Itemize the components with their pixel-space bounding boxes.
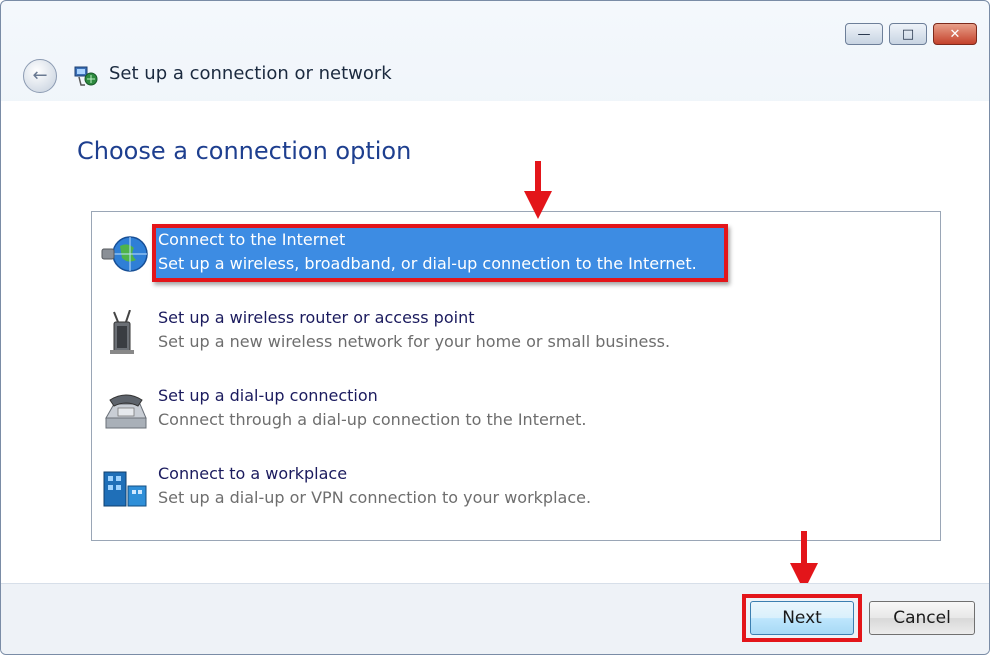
footer-bar: Next Cancel bbox=[1, 583, 989, 654]
minimize-icon: — bbox=[857, 26, 871, 42]
wireless-router-icon bbox=[110, 310, 134, 354]
option-connect-internet[interactable]: Connect to the Internet Set up a wireles… bbox=[100, 222, 930, 282]
network-setup-icon bbox=[74, 66, 98, 86]
option-description: Set up a new wireless network for your h… bbox=[158, 332, 671, 351]
maximize-icon: □ bbox=[901, 26, 915, 42]
back-arrow-icon: ← bbox=[32, 65, 48, 86]
option-dial-up[interactable]: Set up a dial-up connection Connect thro… bbox=[100, 378, 930, 438]
option-description: Set up a dial-up or VPN connection to yo… bbox=[158, 488, 592, 507]
option-title: Set up a dial-up connection bbox=[158, 386, 378, 405]
caption-buttons: — □ ✕ bbox=[845, 23, 977, 45]
highlight-outline bbox=[152, 224, 728, 282]
connection-options-list[interactable]: Connect to the Internet Set up a wireles… bbox=[91, 211, 941, 541]
close-icon: ✕ bbox=[949, 26, 961, 42]
wizard-window: — □ ✕ ← Set up a connection or network C… bbox=[0, 0, 990, 655]
next-button[interactable]: Next bbox=[750, 601, 854, 635]
window-title: Set up a connection or network bbox=[109, 63, 392, 84]
page-heading: Choose a connection option bbox=[77, 137, 412, 165]
title-bar: — □ ✕ ← Set up a connection or network bbox=[1, 1, 989, 101]
option-workplace[interactable]: Connect to a workplace Set up a dial-up … bbox=[100, 456, 930, 516]
option-description: Connect through a dial-up connection to … bbox=[158, 410, 587, 429]
option-title: Set up a wireless router or access point bbox=[158, 308, 475, 327]
back-button[interactable]: ← bbox=[23, 59, 57, 93]
minimize-button[interactable]: — bbox=[845, 23, 883, 45]
workplace-icon bbox=[103, 471, 147, 507]
annotation-arrow-down-icon bbox=[524, 161, 552, 219]
option-title: Connect to a workplace bbox=[158, 464, 348, 483]
option-wireless-router[interactable]: Set up a wireless router or access point… bbox=[100, 300, 930, 360]
close-button[interactable]: ✕ bbox=[933, 23, 977, 45]
globe-icon bbox=[101, 236, 148, 272]
cancel-button[interactable]: Cancel bbox=[869, 601, 975, 635]
content-area: Choose a connection option Connect to th… bbox=[1, 101, 989, 583]
telephone-modem-icon bbox=[105, 394, 147, 429]
maximize-button[interactable]: □ bbox=[889, 23, 927, 45]
